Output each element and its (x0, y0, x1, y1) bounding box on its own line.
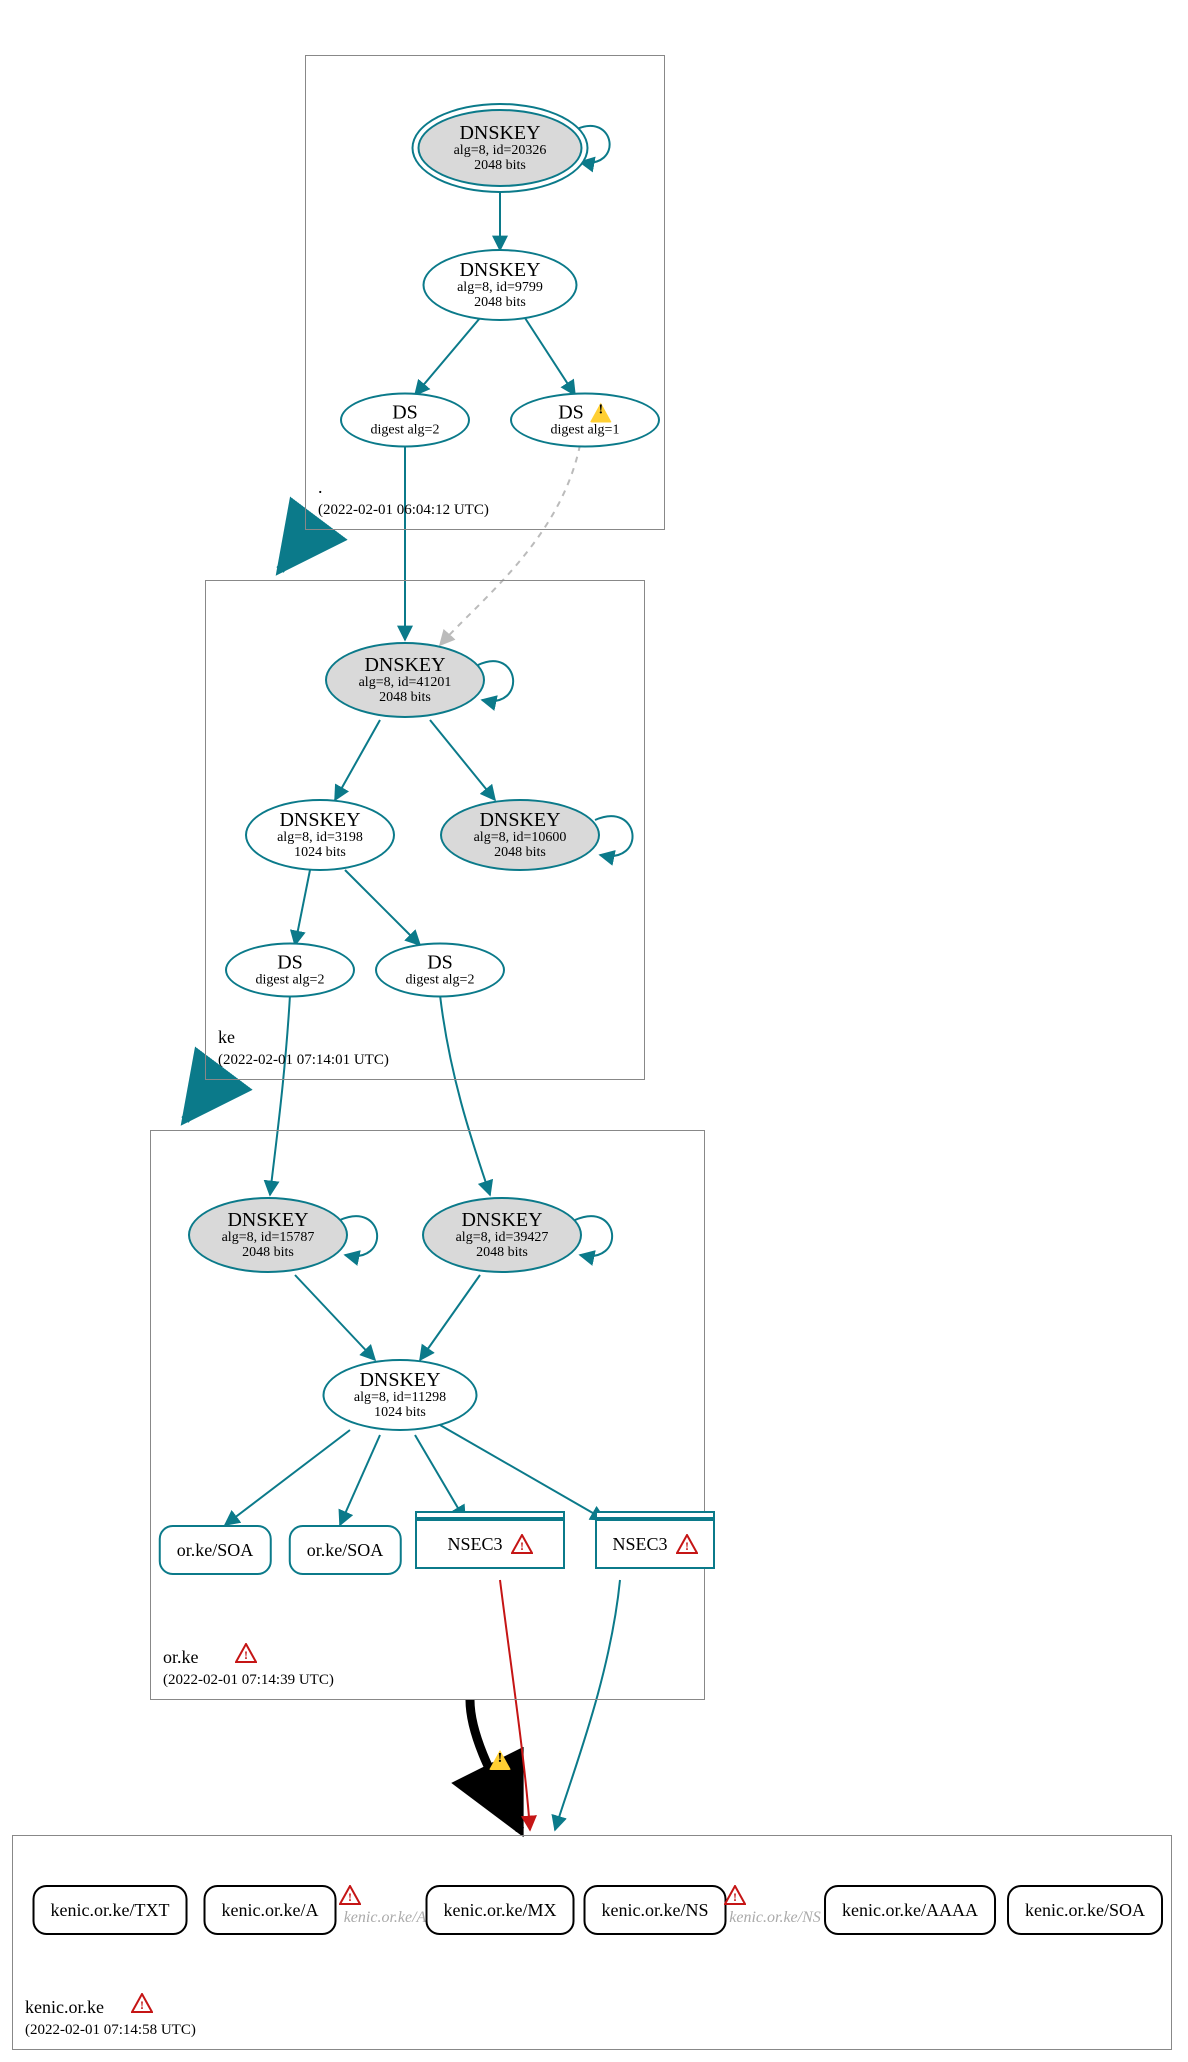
record-kenic-ns: kenic.or.ke/NS (584, 1885, 727, 1935)
record-nsec3-1: NSEC3 ! (415, 1519, 565, 1577)
svg-text:!: ! (685, 1539, 689, 1553)
record-orke-soa-2: or.ke/SOA (289, 1525, 402, 1575)
record-nsec3-2: NSEC3 ! (595, 1519, 715, 1577)
error-icon: ! (676, 1534, 698, 1554)
zone-kenic: kenic.or.ke ! (2022-02-01 07:14:58 UTC) (12, 1835, 1172, 2050)
svg-text:!: ! (520, 1539, 524, 1553)
dnskey-root-zsk: DNSKEY alg=8, id=9799 2048 bits (423, 249, 578, 321)
zone-root-name: . (318, 477, 323, 497)
dnskey-ke-key2: DNSKEY alg=8, id=10600 2048 bits (440, 799, 600, 871)
zone-ke-name: ke (218, 1027, 235, 1047)
zone-root-ts: (2022-02-01 06:04:12 UTC) (318, 502, 489, 518)
zone-ke-ts: (2022-02-01 07:14:01 UTC) (218, 1052, 389, 1068)
zone-kenic-name: kenic.or.ke (25, 1997, 104, 2017)
dnskey-orke-ksk2: DNSKEY alg=8, id=39427 2048 bits (422, 1197, 582, 1273)
record-kenic-mx: kenic.or.ke/MX (426, 1885, 575, 1935)
record-kenic-txt: kenic.or.ke/TXT (33, 1885, 188, 1935)
ds-root-2: DS digest alg=1 (510, 393, 660, 448)
error-icon: ! (235, 1643, 257, 1663)
error-icon: ! (511, 1534, 533, 1554)
error-icon: ! (339, 1885, 361, 1905)
zone-orke-ts: (2022-02-01 07:14:39 UTC) (163, 1672, 334, 1688)
svg-text:!: ! (733, 1890, 737, 1904)
dnskey-root-ksk: DNSKEY alg=8, id=20326 2048 bits (418, 109, 583, 187)
dnskey-ke-zsk: DNSKEY alg=8, id=3198 1024 bits (245, 799, 395, 871)
warning-icon (489, 1750, 511, 1770)
ghost-record-ns: kenic.or.ke/NS (729, 1909, 821, 1927)
svg-text:!: ! (140, 1998, 144, 2012)
dnskey-ke-ksk: DNSKEY alg=8, id=41201 2048 bits (325, 642, 485, 718)
ghost-record-a: kenic.or.ke/A (344, 1909, 427, 1927)
zone-kenic-ts: (2022-02-01 07:14:58 UTC) (25, 2022, 196, 2038)
error-icon: ! (724, 1885, 746, 1905)
record-kenic-aaaa: kenic.or.ke/AAAA (824, 1885, 996, 1935)
dnskey-orke-zsk: DNSKEY alg=8, id=11298 1024 bits (323, 1359, 478, 1431)
record-kenic-soa: kenic.or.ke/SOA (1007, 1885, 1163, 1935)
warning-icon (590, 403, 612, 423)
record-kenic-a: kenic.or.ke/A (204, 1885, 337, 1935)
zone-orke-name: or.ke (163, 1647, 199, 1667)
record-orke-soa-1: or.ke/SOA (159, 1525, 272, 1575)
ds-ke-2: DS digest alg=2 (375, 943, 505, 998)
svg-text:!: ! (348, 1890, 352, 1904)
svg-text:!: ! (244, 1648, 248, 1662)
dnskey-orke-ksk1: DNSKEY alg=8, id=15787 2048 bits (188, 1197, 348, 1273)
error-icon: ! (131, 1993, 153, 2013)
ds-ke-1: DS digest alg=2 (225, 943, 355, 998)
ds-root-1: DS digest alg=2 (340, 393, 470, 448)
